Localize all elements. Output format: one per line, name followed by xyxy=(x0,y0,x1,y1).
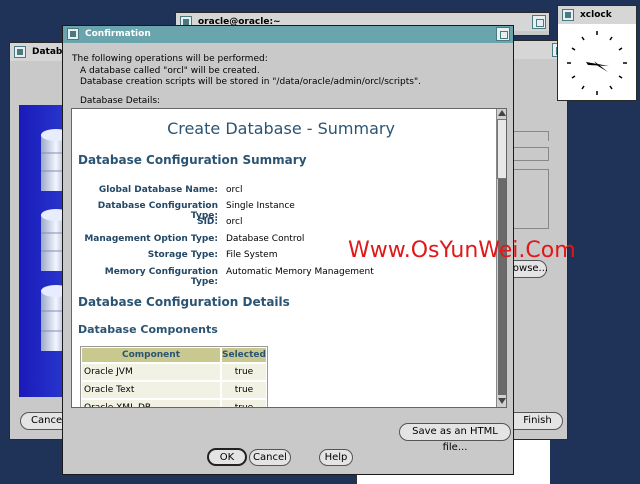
table-header-component: Component xyxy=(82,348,220,362)
table-cell-component: Oracle JVM xyxy=(82,364,220,380)
window-menu-icon[interactable] xyxy=(14,46,26,58)
clock-face-icon xyxy=(567,31,627,95)
watermark: Www.OsYunWei.Com xyxy=(348,238,576,263)
components-heading: Database Components xyxy=(78,323,218,336)
summary-heading: Create Database - Summary xyxy=(167,119,395,138)
confirmation-titlebar[interactable]: Confirmation xyxy=(63,26,513,43)
operation-line-2: Database creation scripts will be stored… xyxy=(80,77,421,87)
table-cell-selected: true xyxy=(222,382,266,398)
config-summary-heading: Database Configuration Summary xyxy=(78,153,307,167)
config-details-heading: Database Configuration Details xyxy=(78,295,290,309)
field-label-global-name: Global Database Name: xyxy=(98,185,218,195)
field-label-management: Management Option Type: xyxy=(84,234,218,244)
operation-line-1: A database called "orcl" will be created… xyxy=(80,66,260,76)
field-value-config-type: Single Instance xyxy=(226,201,295,211)
scroll-up-arrow-icon[interactable] xyxy=(498,110,506,116)
field-label-memory: Memory Configuration Type: xyxy=(104,267,218,287)
xclock-titlebar[interactable]: xclock xyxy=(558,6,636,24)
maximize-icon[interactable] xyxy=(532,15,546,29)
field-value-memory: Automatic Memory Management xyxy=(226,267,374,277)
field-label-sid: SID: xyxy=(197,217,218,227)
table-cell-component: Oracle XML DB xyxy=(82,400,220,407)
group-box xyxy=(513,169,549,229)
dialog-title: Confirmation xyxy=(85,29,151,39)
components-table: Component Selected Oracle JVM true Oracl… xyxy=(80,346,268,407)
dbca-window[interactable]: Databa Cancel xyxy=(9,42,76,440)
confirmation-dialog[interactable]: Confirmation The following operations wi… xyxy=(62,25,576,475)
maximize-icon[interactable] xyxy=(496,27,510,41)
field-value-sid: orcl xyxy=(226,217,243,227)
field-value-management: Database Control xyxy=(226,234,305,244)
window-menu-icon[interactable] xyxy=(67,28,79,40)
scroll-down-arrow-icon[interactable] xyxy=(498,398,506,404)
table-cell-selected: true xyxy=(222,364,266,380)
help-button[interactable]: Help xyxy=(319,449,353,466)
table-cell-selected: true xyxy=(222,400,266,407)
table-cell-component: Oracle Text xyxy=(82,382,220,398)
field-box xyxy=(513,147,549,161)
table-row: Oracle XML DB true xyxy=(82,400,266,407)
finish-button[interactable]: Finish xyxy=(513,412,563,430)
save-as-html-button[interactable]: Save as an HTML file... xyxy=(399,423,511,453)
ok-button[interactable]: OK xyxy=(207,448,247,466)
scrollbar-track-dark[interactable] xyxy=(498,179,506,395)
table-row: Oracle JVM true xyxy=(82,364,266,380)
group-box-small xyxy=(513,131,549,141)
details-label: Database Details: xyxy=(80,96,161,106)
scrollbar-thumb[interactable] xyxy=(497,119,506,179)
table-row: Oracle Text true xyxy=(82,382,266,398)
xclock-window[interactable]: xclock xyxy=(557,5,637,101)
field-value-storage: File System xyxy=(226,250,278,260)
field-value-global-name: orcl xyxy=(226,185,243,195)
intro-text: The following operations will be perform… xyxy=(72,54,268,64)
xclock-title: xclock xyxy=(580,10,612,20)
dbca-titlebar[interactable]: Databa xyxy=(10,43,68,61)
cancel-button[interactable]: Cancel xyxy=(249,449,291,466)
window-menu-icon[interactable] xyxy=(562,9,574,21)
field-label-storage: Storage Type: xyxy=(147,250,218,260)
table-header-selected: Selected xyxy=(222,348,266,362)
